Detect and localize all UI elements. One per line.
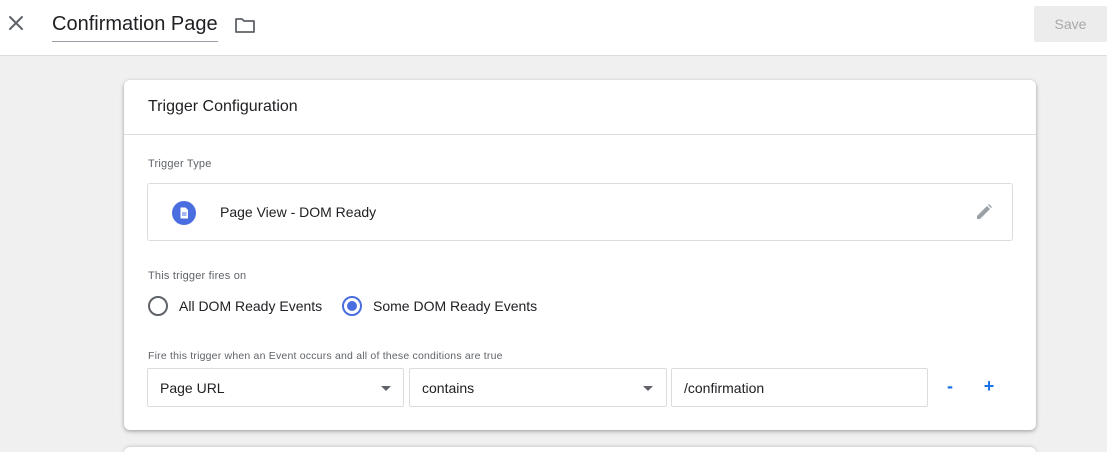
add-condition-button[interactable]: + — [977, 374, 1001, 398]
radio-label: Some DOM Ready Events — [373, 298, 538, 314]
folder-icon[interactable] — [234, 15, 256, 35]
condition-value-input[interactable] — [671, 368, 928, 407]
chevron-down-icon — [643, 386, 653, 391]
card-title: Trigger Configuration — [124, 80, 1036, 135]
trigger-type-selector[interactable]: Page View - DOM Ready — [147, 183, 1013, 241]
variable-select-value: Page URL — [160, 380, 225, 396]
top-bar: Confirmation Page Save — [0, 0, 1107, 56]
radio-label: All DOM Ready Events — [179, 298, 323, 314]
pencil-icon[interactable] — [974, 202, 994, 222]
radio-checked[interactable] — [342, 296, 362, 316]
radio-unchecked[interactable] — [148, 296, 168, 316]
trigger-type-label: Trigger Type — [148, 158, 212, 170]
chevron-down-icon — [381, 386, 391, 391]
trigger-type-name: Page View - DOM Ready — [220, 204, 377, 220]
variable-select[interactable]: Page URL — [147, 368, 404, 407]
radio-some-dom-ready-events[interactable]: Some DOM Ready Events — [342, 294, 537, 318]
remove-condition-button[interactable]: - — [938, 374, 962, 398]
next-card — [124, 447, 1036, 452]
trigger-configuration-card: Trigger Configuration Trigger Type Page … — [124, 80, 1036, 430]
save-button[interactable]: Save — [1034, 6, 1107, 42]
page-title[interactable]: Confirmation Page — [52, 12, 218, 42]
conditions-label: Fire this trigger when an Event occurs a… — [148, 350, 503, 362]
operator-select[interactable]: contains — [409, 368, 667, 407]
close-icon[interactable] — [6, 13, 26, 33]
operator-select-value: contains — [422, 380, 475, 396]
document-icon — [172, 201, 196, 225]
fires-on-label: This trigger fires on — [148, 270, 247, 282]
radio-all-dom-ready-events[interactable]: All DOM Ready Events — [148, 294, 322, 318]
